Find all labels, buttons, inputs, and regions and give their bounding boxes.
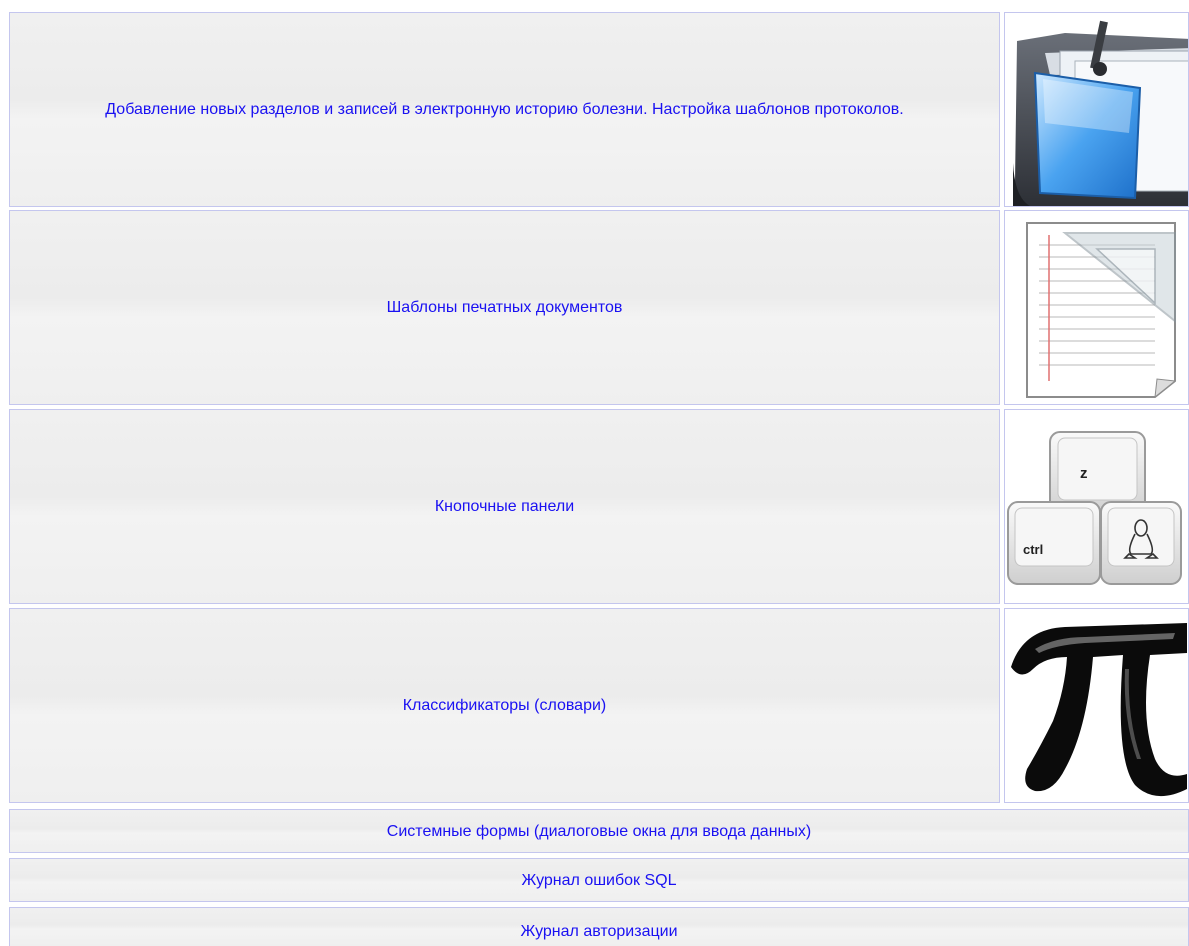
menu-item-auth-log[interactable]: Журнал авторизации bbox=[9, 907, 1189, 946]
menu-item-label: Кнопочные панели bbox=[434, 498, 575, 515]
menu-item-system-forms[interactable]: Системные формы (диалоговые окна для вво… bbox=[9, 809, 1189, 853]
menu-item-label: Шаблоны печатных документов bbox=[386, 299, 623, 316]
menu-item-classifiers[interactable]: Классификаторы (словари) bbox=[9, 608, 1000, 803]
menu-item-label: Добавление новых разделов и записей в эл… bbox=[105, 101, 904, 118]
key-z-label: z bbox=[1080, 465, 1088, 482]
menu-item-button-panels[interactable]: Кнопочные панели bbox=[9, 409, 1000, 604]
document-template-icon[interactable] bbox=[1004, 210, 1189, 405]
pi-icon[interactable] bbox=[1004, 608, 1189, 803]
menu-item-sql-error-log[interactable]: Журнал ошибок SQL bbox=[9, 858, 1189, 902]
keyboard-keys-icon[interactable]: z ctrl bbox=[1004, 409, 1189, 604]
menu-item-print-templates[interactable]: Шаблоны печатных документов bbox=[9, 210, 1000, 405]
menu-item-label: Системные формы (диалоговые окна для вво… bbox=[386, 822, 812, 840]
menu-item-ehr-sections[interactable]: Добавление новых разделов и записей в эл… bbox=[9, 12, 1000, 207]
menu-item-label: Классификаторы (словари) bbox=[402, 697, 607, 714]
settings-menu: Добавление новых разделов и записей в эл… bbox=[0, 0, 1189, 946]
key-ctrl-label: ctrl bbox=[1023, 542, 1043, 557]
folder-icon[interactable] bbox=[1004, 12, 1189, 207]
menu-item-label: Журнал авторизации bbox=[520, 922, 678, 940]
menu-item-label: Журнал ошибок SQL bbox=[521, 871, 677, 889]
